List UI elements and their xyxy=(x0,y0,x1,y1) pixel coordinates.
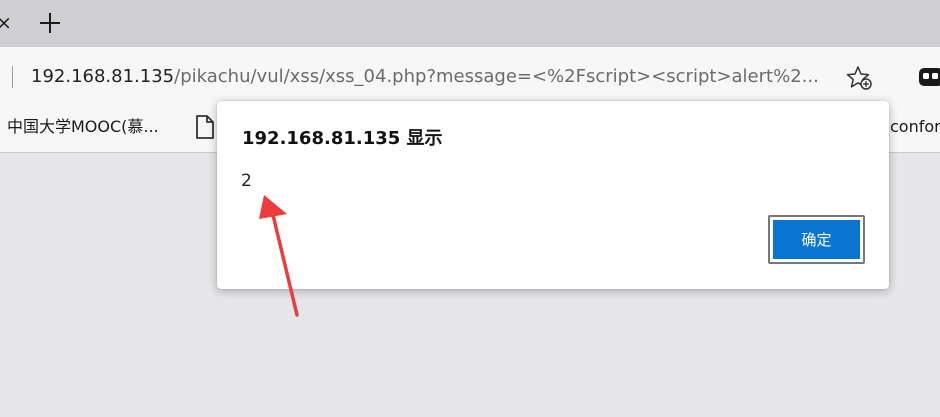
ok-button[interactable]: 确定 xyxy=(768,215,865,264)
url-path: /pikachu/vul/xss/xss_04.php?message=<%2F… xyxy=(174,66,819,87)
bookmark-mooc[interactable]: 中国大学MOOC(慕... xyxy=(7,115,159,139)
url-host: 192.168.81.135 xyxy=(31,66,175,87)
plus-icon[interactable] xyxy=(36,9,64,37)
extension-icon[interactable] xyxy=(917,64,940,90)
address-separator xyxy=(12,66,13,88)
dialog-message: 2 xyxy=(241,171,252,191)
bookmark-confor[interactable]: confor xyxy=(890,115,940,139)
ok-button-label: 确定 xyxy=(773,220,860,259)
favorite-star-icon[interactable] xyxy=(845,64,873,92)
address-bar[interactable]: 192.168.81.135/pikachu/vul/xss/xss_04.ph… xyxy=(31,64,819,90)
alert-dialog: 192.168.81.135 显示 2 确定 xyxy=(217,101,889,289)
dialog-title: 192.168.81.135 显示 xyxy=(242,128,443,149)
annotation-arrow-icon xyxy=(259,195,299,317)
tab-strip: × xyxy=(0,0,940,47)
document-icon[interactable] xyxy=(195,114,215,140)
tab-close-button[interactable]: × xyxy=(0,10,12,36)
